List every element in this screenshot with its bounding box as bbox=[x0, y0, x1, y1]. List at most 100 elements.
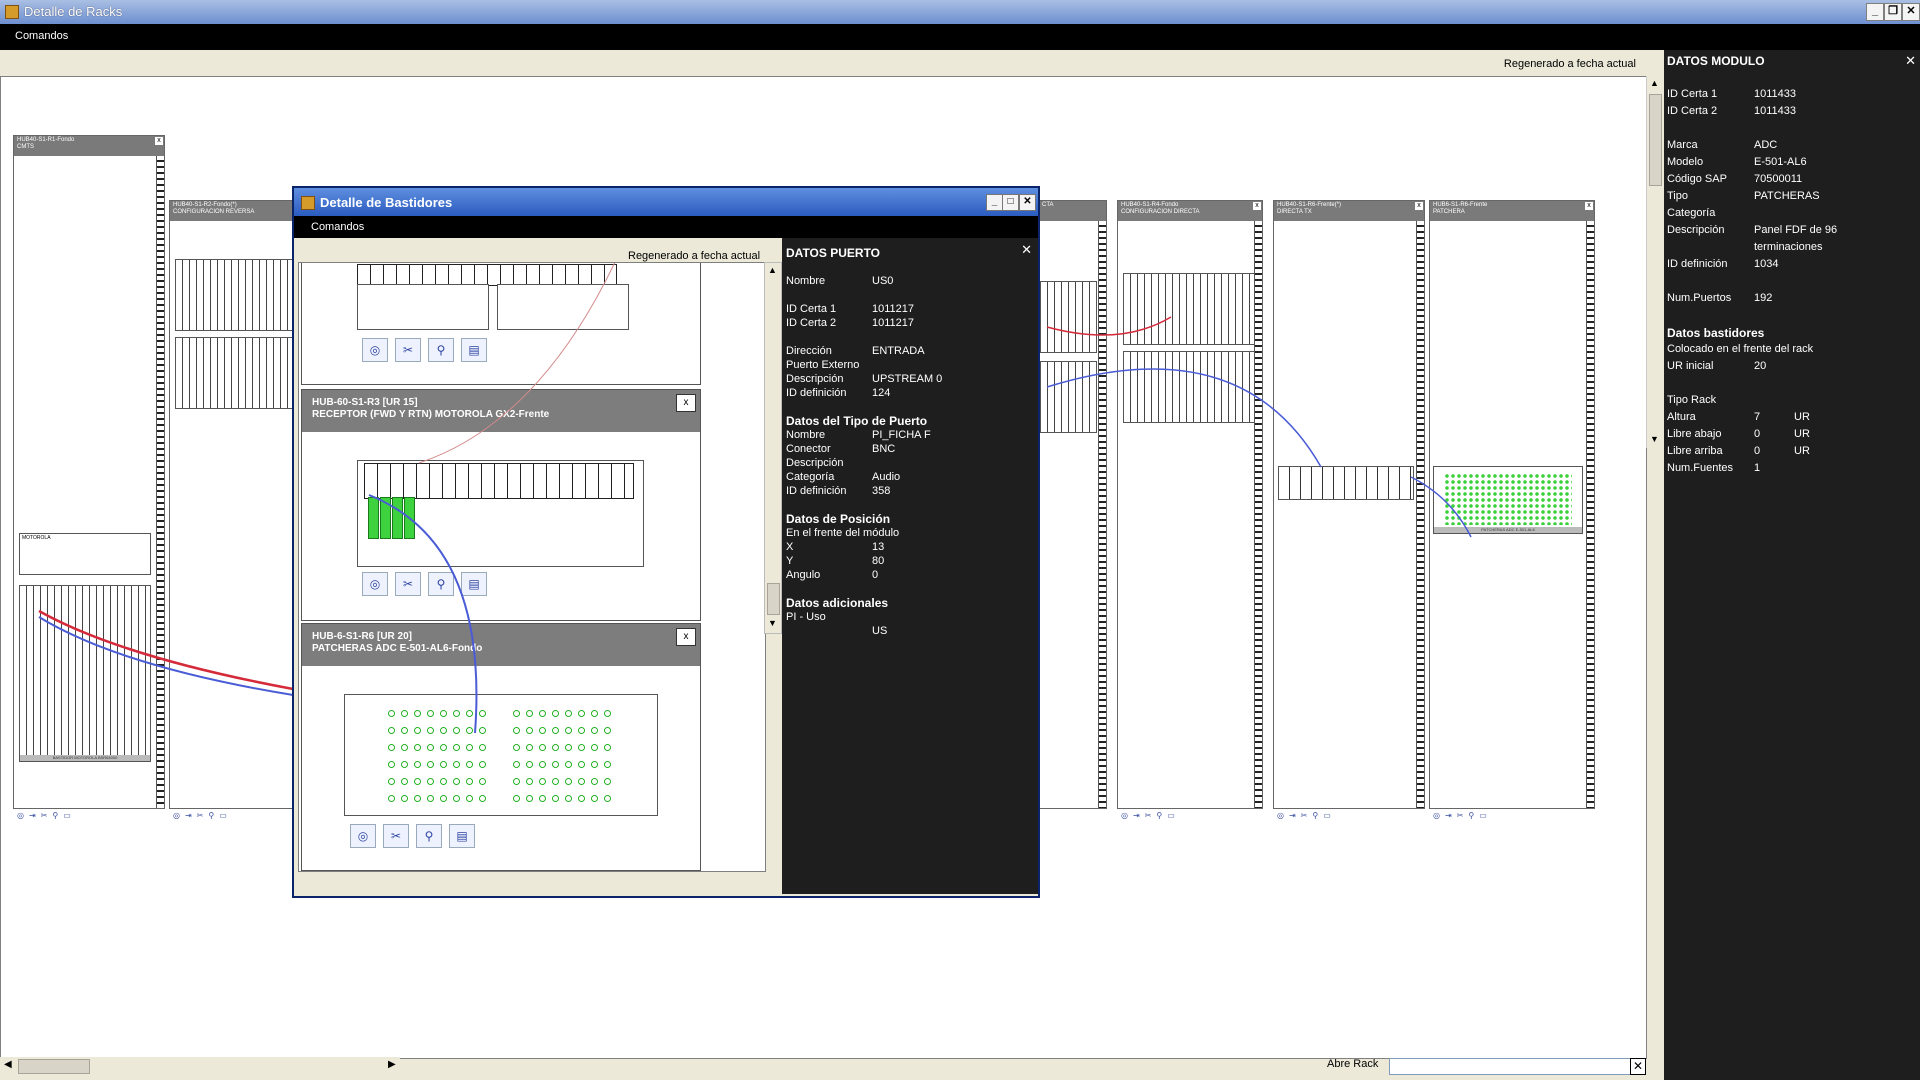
puerto-iddef-value: 124 bbox=[872, 387, 891, 399]
cable-blue bbox=[1410, 476, 1472, 538]
pos-x-value: 13 bbox=[872, 541, 885, 553]
scroll-down-icon[interactable]: ▼ bbox=[1650, 434, 1659, 444]
puerto-externo-label: Puerto Externo bbox=[786, 359, 860, 371]
abre-rack-clear-button[interactable]: ✕ bbox=[1630, 1058, 1646, 1075]
puerto-idc2-value: 1011217 bbox=[872, 317, 915, 329]
posicion-sub: En el frente del módulo bbox=[786, 527, 900, 539]
num-fuentes-value: 1 bbox=[1754, 462, 1761, 474]
detalle-bastidores-dialog[interactable]: Detalle de Bastidores _ □ ✕ Comandos Reg… bbox=[292, 186, 1040, 898]
libre-arriba-value: 0 bbox=[1754, 445, 1761, 457]
modulo-idc2-value: 1011433 bbox=[1754, 105, 1797, 117]
abre-rack-label: Abre Rack bbox=[1327, 1058, 1379, 1070]
datos-modulo-panel: DATOS MODULO ✕ ID Certa 1 1011433 ID Cer… bbox=[1664, 50, 1920, 1080]
tipo-cat-value: Audio bbox=[872, 471, 901, 483]
modulo-sap-label: Código SAP bbox=[1667, 173, 1727, 185]
pos-angulo-value: 0 bbox=[872, 569, 879, 581]
altura-value: 7 bbox=[1754, 411, 1761, 423]
libre-abajo-value: 0 bbox=[1754, 428, 1761, 440]
modulo-tipo-label: Tipo bbox=[1667, 190, 1688, 202]
modulo-idc1-value: 1011433 bbox=[1754, 88, 1797, 100]
dialog-menu-comandos[interactable]: Comandos bbox=[311, 221, 364, 233]
close-button[interactable]: ✕ bbox=[1902, 3, 1920, 21]
modulo-idc2-label: ID Certa 2 bbox=[1667, 105, 1718, 117]
pi-uso-label: PI - Uso bbox=[786, 611, 826, 623]
dialog-app-icon bbox=[301, 196, 315, 210]
abre-rack-input[interactable] bbox=[1389, 1058, 1631, 1075]
puerto-close-button[interactable]: ✕ bbox=[1021, 242, 1032, 258]
modulo-desc-label: Descripción bbox=[1667, 224, 1725, 236]
ur-inicial-label: UR inicial bbox=[1667, 360, 1714, 372]
libre-arriba-label: Libre arriba bbox=[1667, 445, 1723, 457]
tipo-nombre-label: Nombre bbox=[786, 429, 826, 441]
app-icon bbox=[5, 5, 19, 19]
dialog-close-button[interactable]: ✕ bbox=[1019, 194, 1036, 211]
restore-button[interactable]: ❐ bbox=[1884, 3, 1902, 21]
puerto-title: DATOS PUERTO bbox=[786, 246, 881, 260]
modulo-idc1-label: ID Certa 1 bbox=[1667, 88, 1718, 100]
modulo-sap-value: 70500011 bbox=[1754, 173, 1803, 185]
altura-label: Altura bbox=[1667, 411, 1696, 423]
modulo-close-button[interactable]: ✕ bbox=[1905, 53, 1916, 69]
adicionales-heading: Datos adicionales bbox=[786, 596, 889, 610]
main-menubar: Comandos bbox=[0, 24, 1920, 50]
modulo-desc-value: Panel FDF de 96 bbox=[1754, 224, 1838, 236]
scroll-down-icon[interactable]: ▼ bbox=[768, 618, 777, 628]
regen-label: Regenerado a fecha actual bbox=[1503, 58, 1636, 70]
dialog-regen-label: Regenerado a fecha actual bbox=[628, 250, 761, 262]
altura-unit: UR bbox=[1794, 411, 1810, 423]
puerto-nombre-value: US0 bbox=[872, 275, 894, 287]
main-titlebar[interactable]: Detalle de Racks _ ❐ ✕ bbox=[0, 0, 1920, 24]
scroll-up-icon[interactable]: ▲ bbox=[768, 265, 777, 275]
pos-angulo-label: Angulo bbox=[786, 569, 821, 581]
libre-abajo-label: Libre abajo bbox=[1667, 428, 1722, 440]
modulo-modelo-label: Modelo bbox=[1667, 156, 1704, 168]
dialog-minimize-button[interactable]: _ bbox=[986, 194, 1003, 211]
libre-arriba-unit: UR bbox=[1794, 445, 1810, 457]
num-fuentes-label: Num.Fuentes bbox=[1667, 462, 1734, 474]
modulo-cat-label: Categoría bbox=[1667, 207, 1716, 219]
scroll-right-icon[interactable]: ▶ bbox=[388, 1059, 396, 1070]
window-title: Detalle de Racks bbox=[24, 4, 123, 19]
dialog-title: Detalle de Bastidores bbox=[320, 195, 453, 210]
libre-abajo-unit: UR bbox=[1794, 428, 1810, 440]
modulo-desc-value-2: terminaciones bbox=[1754, 241, 1823, 253]
dialog-cable-layer bbox=[368, 263, 616, 734]
tipo-cat-label: Categoría bbox=[786, 471, 835, 483]
bastidores-list[interactable]: ◎ ✂ ⚲ ▤ HUB-60-S1-R3 [UR 15] RECEPTOR (F… bbox=[298, 262, 766, 872]
puerto-nombre-label: Nombre bbox=[786, 275, 826, 287]
modulo-marca-value: ADC bbox=[1754, 139, 1778, 151]
pi-uso-value: US bbox=[872, 625, 888, 637]
puerto-dir-value: ENTRADA bbox=[872, 345, 925, 357]
tipo-nombre-value: PI_FICHA F bbox=[872, 429, 931, 441]
pos-y-label: Y bbox=[786, 555, 794, 567]
puerto-idc1-value: 1011217 bbox=[872, 303, 915, 315]
cable-red bbox=[1046, 316, 1172, 336]
scroll-left-icon[interactable]: ◀ bbox=[4, 1059, 12, 1070]
cable-blue bbox=[1046, 368, 1322, 468]
bastidores-sub: Colocado en el frente del rack bbox=[1667, 343, 1814, 355]
tipo-iddef-value: 358 bbox=[872, 485, 891, 497]
dialog-maximize-button[interactable]: □ bbox=[1002, 194, 1019, 211]
cable-red bbox=[418, 263, 616, 464]
ur-inicial-value: 20 bbox=[1754, 360, 1767, 372]
scroll-thumb[interactable] bbox=[1649, 94, 1662, 186]
scroll-thumb[interactable] bbox=[18, 1059, 90, 1074]
tipo-puerto-heading: Datos del Tipo de Puerto bbox=[786, 414, 928, 428]
bastidores-heading: Datos bastidores bbox=[1667, 326, 1765, 340]
main-vertical-scrollbar[interactable]: ▲ ▼ bbox=[1646, 76, 1663, 448]
menu-comandos[interactable]: Comandos bbox=[15, 30, 68, 42]
modulo-title: DATOS MODULO bbox=[1667, 54, 1765, 68]
modulo-iddef-value: 1034 bbox=[1754, 258, 1779, 270]
tipo-conector-label: Conector bbox=[786, 443, 831, 455]
posicion-heading: Datos de Posición bbox=[786, 512, 891, 526]
dialog-vertical-scrollbar[interactable]: ▲ ▼ bbox=[764, 262, 782, 634]
tipo-iddef-label: ID definición bbox=[786, 485, 847, 497]
modulo-tipo-value: PATCHERAS bbox=[1754, 190, 1820, 202]
minimize-button[interactable]: _ bbox=[1866, 3, 1884, 21]
scroll-up-icon[interactable]: ▲ bbox=[1650, 78, 1659, 88]
modulo-puertos-label: Num.Puertos bbox=[1667, 292, 1732, 304]
dialog-menubar: Comandos bbox=[294, 216, 1038, 238]
scroll-thumb[interactable] bbox=[767, 583, 780, 615]
dialog-titlebar[interactable]: Detalle de Bastidores _ □ ✕ bbox=[294, 188, 1038, 216]
main-horizontal-scrollbar[interactable]: ◀ ▶ bbox=[0, 1057, 400, 1075]
